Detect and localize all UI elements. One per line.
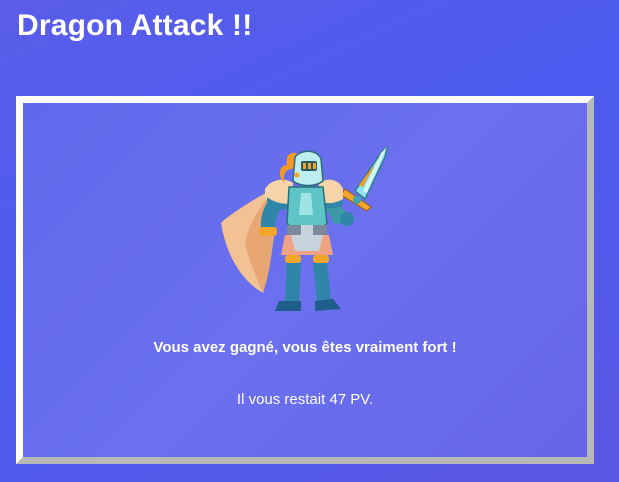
knight-hero-icon [221, 144, 389, 311]
result-panel: Vous avez gagné, vous êtes vraiment fort… [16, 96, 594, 464]
page-title: Dragon Attack !! [17, 9, 253, 42]
victory-message: Vous avez gagné, vous êtes vraiment fort… [153, 339, 457, 356]
remaining-hp-text: Il vous restait 47 PV. [236, 391, 374, 408]
